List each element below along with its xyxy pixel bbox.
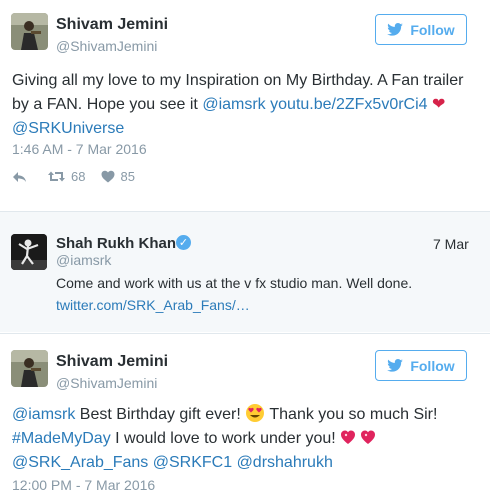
youtube-link[interactable]: youtu.be/2ZFx5v0rCi4	[270, 96, 427, 113]
user-name[interactable]: Shivam Jemini	[56, 353, 168, 371]
like-count: 85	[120, 169, 135, 184]
tweet-text-body: Best Birthday gift ever!	[75, 406, 246, 423]
avatar[interactable]	[11, 350, 48, 387]
tweet-shivam-1: Shivam Jemini @ShivamJemini Follow Givin…	[0, 0, 490, 200]
follow-button[interactable]: Follow	[375, 14, 467, 45]
user-handle[interactable]: @ShivamJemini	[56, 375, 157, 391]
tweet-actions: 68 85	[12, 169, 135, 184]
tweet-timestamp[interactable]: 1:46 AM - 7 Mar 2016	[12, 141, 147, 157]
mentions-line[interactable]: @SRK_Arab_Fans @SRKFC1 @drshahrukh	[12, 454, 333, 471]
retweet-count: 68	[71, 169, 86, 184]
user-handle[interactable]: @iamsrk	[56, 252, 111, 268]
tweet-text: Giving all my love to my Inspiration on …	[12, 69, 482, 141]
mention-iamsrk[interactable]: @iamsrk	[202, 96, 265, 113]
tweet-text-body-2: Thank you so much Sir!	[265, 406, 438, 423]
tweet-text-body: Come and work with us at the v fx studio…	[56, 275, 413, 291]
mention-srkuniverse[interactable]: @SRKUniverse	[12, 120, 124, 137]
reply-icon	[13, 171, 26, 182]
tweet-text: Come and work with us at the v fx studio…	[56, 272, 476, 316]
tweet-shivam-2: Shivam Jemini @ShivamJemini Follow @iams…	[0, 334, 490, 495]
heart-icon	[101, 170, 115, 183]
retweet-icon	[48, 171, 65, 182]
twitter-bird-icon	[387, 359, 404, 372]
user-name[interactable]: Shah Rukh Khan	[56, 235, 176, 252]
user-handle[interactable]: @ShivamJemini	[56, 38, 157, 54]
sparkling-heart-emoji-icon	[340, 427, 378, 451]
twitter-link[interactable]: twitter.com/SRK_Arab_Fans/…	[56, 297, 250, 313]
heart-emoji-icon: ❤	[432, 96, 446, 113]
reply-button[interactable]	[12, 171, 27, 183]
avatar[interactable]	[11, 13, 48, 50]
tweet-date[interactable]: 7 Mar	[433, 236, 469, 252]
tweet-text: @iamsrk Best Birthday gift ever! Thank y…	[12, 403, 482, 475]
follow-label: Follow	[410, 21, 455, 38]
retweet-button[interactable]: 68	[47, 169, 85, 184]
verified-icon: ✓	[176, 235, 191, 250]
like-button[interactable]: 85	[101, 169, 135, 184]
user-name[interactable]: Shivam Jemini	[56, 16, 168, 34]
avatar[interactable]	[11, 234, 47, 270]
follow-label: Follow	[410, 357, 455, 374]
tweet-timestamp[interactable]: 12:00 PM - 7 Mar 2016	[12, 477, 155, 493]
twitter-bird-icon	[387, 23, 404, 36]
heart-eyes-emoji-icon	[245, 403, 265, 427]
tweet-text-body-3: I would love to work under you!	[110, 430, 341, 447]
follow-button[interactable]: Follow	[375, 350, 467, 381]
mention-iamsrk[interactable]: @iamsrk	[12, 406, 75, 423]
hashtag-mademyday[interactable]: #MadeMyDay	[12, 430, 111, 447]
